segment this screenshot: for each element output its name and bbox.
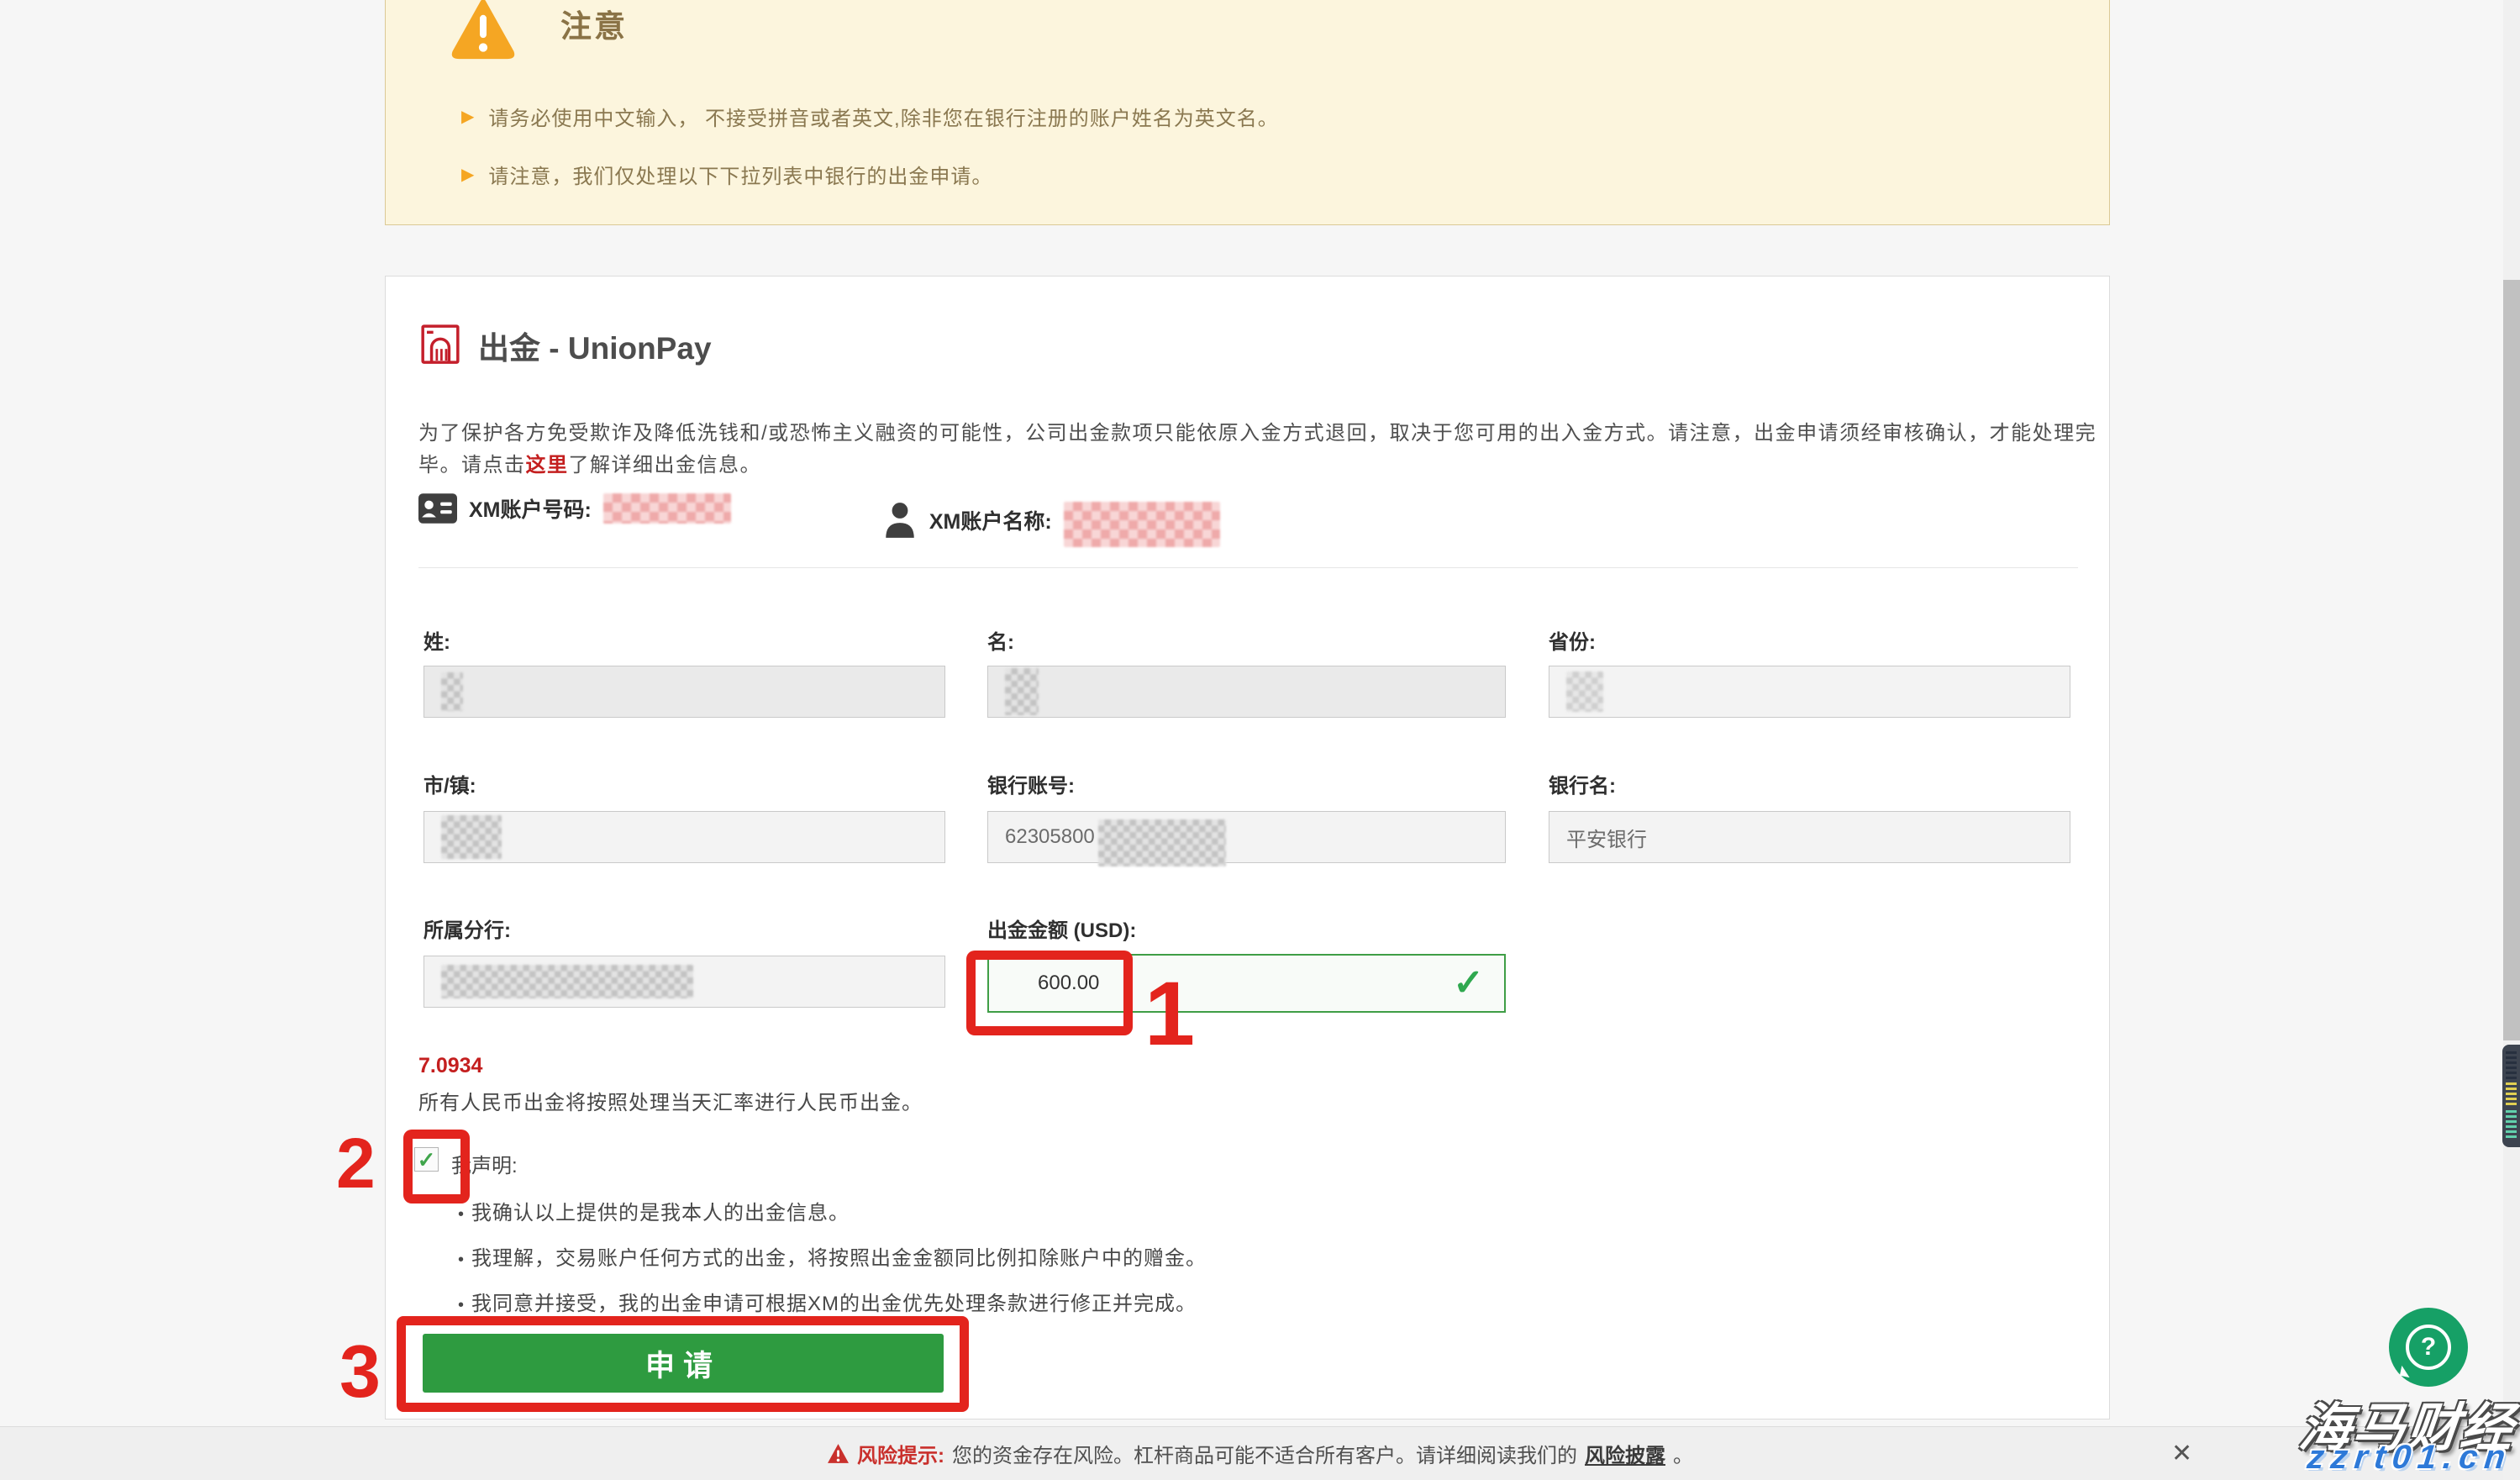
last-name-input[interactable] [424, 666, 945, 718]
notice-bullet: ▶ 请注意，我们仅处理以下下拉列表中银行的出金申请。 [461, 160, 1279, 189]
notice-bullet-text: 请注意，我们仅处理以下下拉列表中银行的出金申请。 [488, 160, 992, 189]
amount-value: 600.00 [1038, 972, 1099, 995]
account-number-group: XM账户号码: [418, 493, 731, 524]
last-name-redacted [441, 672, 463, 711]
risk-triangle-icon [827, 1443, 850, 1464]
warning-triangle-icon [445, 0, 522, 65]
branch-input[interactable] [424, 956, 945, 1008]
declaration-list: 我确认以上提供的是我本人的出金信息。 我理解，交易账户任何方式的出金，将按照出金… [458, 1196, 1207, 1316]
city-label: 市/镇: [424, 769, 945, 798]
branch-redacted [441, 965, 693, 998]
card-title: 出金 - UnionPay [478, 323, 712, 368]
risk-warning-bar: 风险提示: 您的资金存在风险。杠杆商品可能不适合所有客户。请详细阅读我们的风险披… [0, 1426, 2520, 1480]
province-input[interactable] [1549, 666, 2070, 718]
account-number-redacted [603, 493, 731, 524]
city-input[interactable] [424, 811, 945, 863]
province-redacted [1566, 672, 1603, 712]
notice-bullet-text: 请务必使用中文输入， 不接受拼音或者英文,除非您在银行注册的账户姓名为英文名。 [488, 102, 1278, 131]
bank-account-redacted [1098, 819, 1226, 866]
declaration-item: 我同意并接受，我的出金申请可根据XM的出金优先处理条款进行修正并完成。 [458, 1287, 1207, 1316]
annotation-number-1: 1 [1144, 968, 1195, 1059]
first-name-label: 名: [987, 625, 1506, 655]
exchange-rate-note: 所有人民币出金将按照处理当天汇率进行人民币出金。 [418, 1086, 923, 1115]
last-name-label: 姓: [424, 625, 945, 655]
help-bubble-tail [2400, 1366, 2412, 1377]
help-button[interactable]: ? [2389, 1308, 2468, 1387]
risk-disclosure-link[interactable]: 风险披露 [1585, 1439, 1665, 1468]
bank-account-visible-digits: 62305800 [1005, 825, 1095, 849]
first-name-input[interactable] [987, 666, 1506, 718]
edge-widget-yellow-stripes [2506, 1082, 2517, 1108]
amount-label: 出金金额 (USD): [987, 914, 1506, 943]
edge-widget-dark-stripes [2506, 1051, 2517, 1080]
withdrawal-bank-icon [419, 324, 461, 367]
valid-checkmark-icon: ✓ [1453, 965, 1484, 1002]
risk-label: 风险提示: [857, 1439, 944, 1468]
account-name-redacted [1064, 502, 1220, 547]
person-icon [882, 501, 918, 540]
declaration-item: 我确认以上提供的是我本人的出金信息。 [458, 1196, 1207, 1225]
declaration-item: 我理解，交易账户任何方式的出金，将按照出金金额同比例扣除账户中的赠金。 [458, 1241, 1207, 1271]
notice-title: 注意 [560, 1, 628, 46]
first-name-redacted [1005, 668, 1039, 715]
risk-warning-content: 风险提示: 您的资金存在风险。杠杆商品可能不适合所有客户。请详细阅读我们的风险披… [0, 1427, 2520, 1480]
annotation-number-2: 2 [336, 1128, 376, 1198]
declaration-label: 我声明: [451, 1149, 518, 1178]
id-card-icon [418, 493, 457, 524]
checkbox-checkmark-icon: ✓ [418, 1149, 436, 1171]
exchange-rate: 7.0934 [418, 1054, 482, 1078]
notice-box: 注意 ▶ 请务必使用中文输入， 不接受拼音或者英文,除非您在银行注册的账户姓名为… [385, 0, 2110, 225]
risk-text-suffix: 。 [1673, 1439, 1693, 1468]
declaration-checkbox[interactable]: ✓ [414, 1147, 439, 1172]
here-link[interactable]: 这里 [526, 454, 569, 477]
help-question-icon: ? [2406, 1325, 2451, 1370]
bank-name-value: 平安银行 [1566, 823, 1647, 852]
branch-label: 所属分行: [424, 914, 945, 943]
edge-extension-widget[interactable] [2502, 1045, 2520, 1147]
amount-input[interactable]: 600.00 ✓ [987, 954, 1506, 1013]
description-text: 了解详细出金信息。 [569, 454, 762, 477]
withdrawal-card: 出金 - UnionPay 为了保护各方免受欺诈及降低洗钱和/或恐怖主义融资的可… [385, 276, 2110, 1419]
watermark-url: zzrt01.cn [2305, 1439, 2513, 1477]
account-info-row: XM账户号码: XM账户名称: [418, 493, 2082, 547]
bullet-arrow-icon: ▶ [461, 108, 475, 125]
bank-account-label: 银行账号: [987, 769, 1506, 798]
edge-widget-teal-stripes [2506, 1110, 2517, 1140]
account-name-group: XM账户名称: [882, 493, 1220, 547]
risk-text: 您的资金存在风险。杠杆商品可能不适合所有客户。请详细阅读我们的 [952, 1439, 1577, 1468]
notice-bullet-list: ▶ 请务必使用中文输入， 不接受拼音或者英文,除非您在银行注册的账户姓名为英文名… [461, 102, 1279, 189]
question-glyph: ? [2421, 1333, 2436, 1361]
city-redacted [441, 815, 502, 859]
close-icon[interactable]: ✕ [2171, 1439, 2192, 1468]
bank-name-input[interactable]: 平安银行 [1549, 811, 2070, 863]
notice-bullet: ▶ 请务必使用中文输入， 不接受拼音或者英文,除非您在银行注册的账户姓名为英文名… [461, 102, 1279, 131]
section-divider [418, 567, 2078, 568]
bank-name-label: 银行名: [1549, 769, 2070, 798]
bank-account-input[interactable]: 62305800 [987, 811, 1506, 863]
bullet-arrow-icon: ▶ [461, 166, 475, 183]
apply-button[interactable]: 申请 [423, 1334, 944, 1393]
scrollbar-thumb[interactable] [2503, 280, 2520, 1040]
account-name-label: XM账户名称: [929, 505, 1052, 535]
card-description: 为了保护各方免受欺诈及降低洗钱和/或恐怖主义融资的可能性，公司出金款项只能依原入… [418, 418, 2107, 482]
province-label: 省份: [1549, 625, 2070, 655]
annotation-number-3: 3 [339, 1335, 381, 1409]
card-title-row: 出金 - UnionPay [419, 323, 712, 368]
account-number-label: XM账户号码: [469, 493, 592, 524]
